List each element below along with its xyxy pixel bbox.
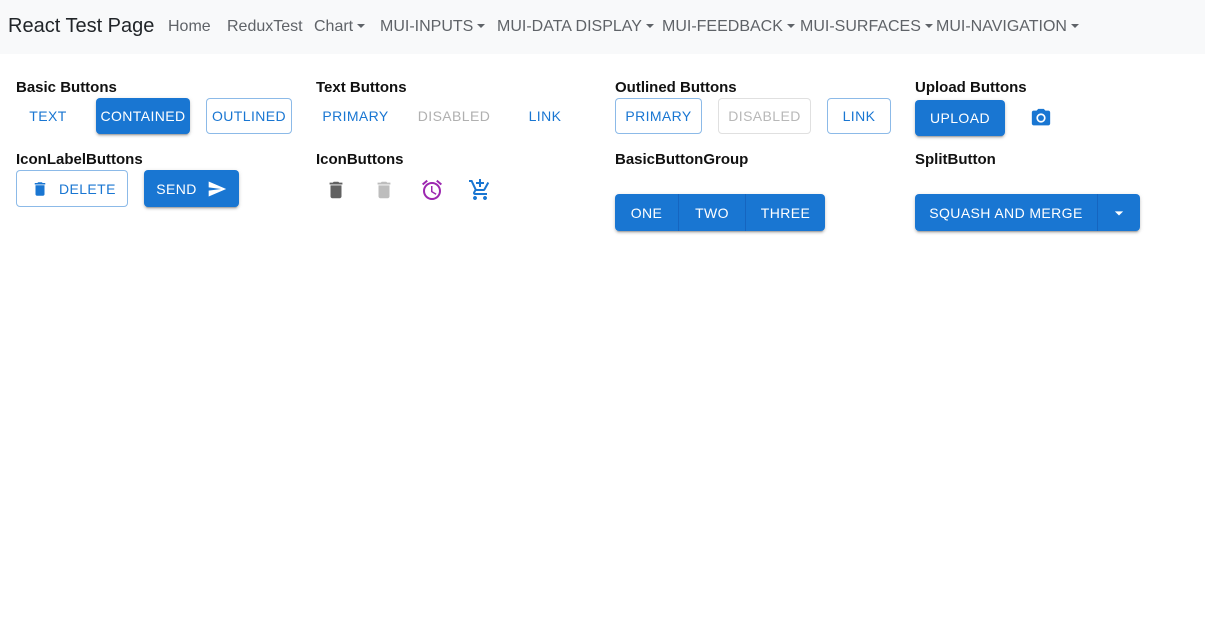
- add-shopping-cart-icon: [468, 178, 492, 202]
- squash-and-merge-button[interactable]: SQUASH AND MERGE: [915, 194, 1097, 231]
- caret-down-icon: [786, 24, 795, 28]
- nav-label: MUI-SURFACES: [800, 18, 921, 35]
- group-button-one[interactable]: ONE: [615, 194, 678, 231]
- icon-label-buttons-heading: IconLabelButtons: [16, 151, 143, 168]
- nav-mui-navigation-dropdown[interactable]: MUI-NAVIGATION: [936, 18, 1079, 36]
- delete-icon-button[interactable]: [316, 170, 356, 210]
- outlined-button[interactable]: OUTLINED: [206, 98, 292, 134]
- basic-buttons-heading: Basic Buttons: [16, 79, 117, 96]
- brand-title[interactable]: React Test Page: [8, 15, 154, 38]
- nav-label: MUI-NAVIGATION: [936, 18, 1067, 35]
- delete-button[interactable]: DELETE: [16, 170, 128, 207]
- nav-label: MUI-DATA DISPLAY: [497, 18, 642, 35]
- send-button[interactable]: SEND: [144, 170, 239, 207]
- split-button-group: SQUASH AND MERGE: [915, 194, 1140, 231]
- delete-icon: [325, 179, 347, 201]
- caret-down-icon: [1070, 24, 1079, 28]
- nav-label: MUI-FEEDBACK: [662, 18, 783, 35]
- text-disabled-button: DISABLED: [417, 108, 491, 124]
- split-dropdown-button[interactable]: [1097, 194, 1140, 231]
- outlined-buttons-heading: Outlined Buttons: [615, 79, 737, 96]
- text-primary-button[interactable]: PRIMARY: [316, 98, 395, 134]
- outlined-primary-button[interactable]: PRIMARY: [615, 98, 702, 134]
- send-icon: [207, 179, 227, 199]
- alarm-icon-button[interactable]: [412, 170, 452, 210]
- delete-icon-button-disabled: [364, 170, 404, 210]
- navbar: React Test Page Home ReduxTest Chart MUI…: [0, 0, 1205, 54]
- text-button[interactable]: TEXT: [16, 98, 80, 134]
- nav-mui-inputs-dropdown[interactable]: MUI-INPUTS: [380, 18, 486, 36]
- caret-down-icon: [645, 24, 654, 28]
- nav-label: Chart: [314, 18, 354, 35]
- nav-home[interactable]: Home: [168, 18, 211, 36]
- add-to-cart-icon-button[interactable]: [460, 170, 500, 210]
- basic-button-group-heading: BasicButtonGroup: [615, 151, 749, 168]
- camera-upload-button[interactable]: [1021, 98, 1061, 138]
- nav-reduxtest[interactable]: ReduxTest: [227, 18, 303, 36]
- delete-icon: [373, 179, 395, 201]
- outlined-disabled-button: DISABLED: [718, 98, 811, 134]
- nav-label: Home: [168, 18, 211, 35]
- nav-mui-surfaces-dropdown[interactable]: MUI-SURFACES: [800, 18, 933, 36]
- nav-chart-dropdown[interactable]: Chart: [314, 18, 366, 36]
- nav-mui-data-display-dropdown[interactable]: MUI-DATA DISPLAY: [497, 18, 654, 36]
- outlined-link-button[interactable]: LINK: [827, 98, 891, 134]
- send-button-label: SEND: [156, 180, 197, 197]
- split-button-heading: SplitButton: [915, 151, 996, 168]
- basic-button-group: ONE TWO THREE: [615, 194, 825, 231]
- alarm-icon: [420, 178, 444, 202]
- caret-down-icon: [477, 24, 486, 28]
- group-button-two[interactable]: TWO: [678, 194, 745, 231]
- nav-label: ReduxTest: [227, 18, 303, 35]
- text-buttons-heading: Text Buttons: [316, 79, 407, 96]
- upload-button[interactable]: UPLOAD: [915, 100, 1005, 136]
- caret-down-icon: [357, 24, 366, 28]
- arrow-drop-down-icon: [1109, 203, 1129, 223]
- nav-label: MUI-INPUTS: [380, 18, 474, 35]
- text-link-button[interactable]: LINK: [513, 98, 577, 134]
- camera-icon: [1030, 107, 1052, 129]
- group-button-three[interactable]: THREE: [745, 194, 825, 231]
- upload-buttons-heading: Upload Buttons: [915, 79, 1027, 96]
- contained-button[interactable]: CONTAINED: [96, 98, 190, 134]
- nav-mui-feedback-dropdown[interactable]: MUI-FEEDBACK: [662, 18, 795, 36]
- delete-button-label: DELETE: [59, 180, 116, 197]
- caret-down-icon: [924, 24, 933, 28]
- icon-buttons-heading: IconButtons: [316, 151, 404, 168]
- delete-icon: [31, 180, 49, 198]
